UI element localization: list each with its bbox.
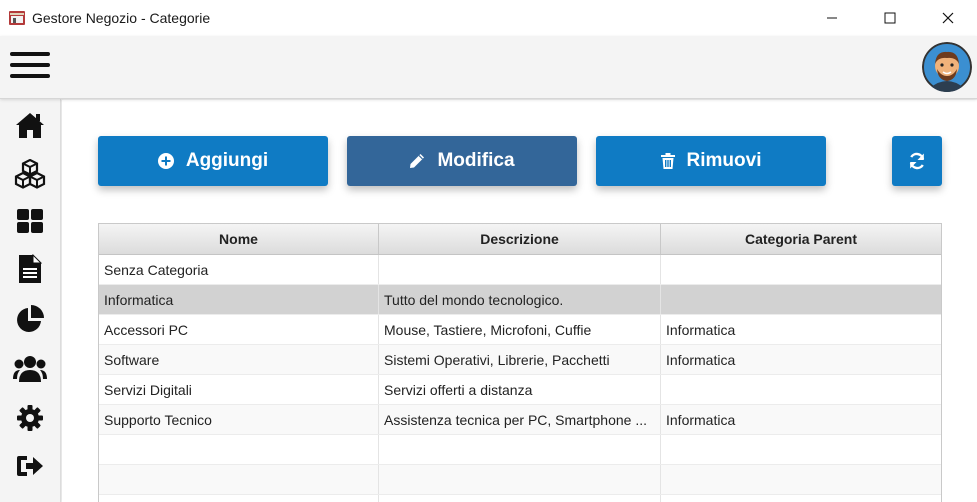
pencil-icon [410,154,425,168]
sidebar-item-logout[interactable] [13,449,47,483]
column-header-descrizione[interactable]: Descrizione [379,224,661,254]
store-icon [9,11,25,25]
table-cell [661,285,941,314]
cubes-icon [14,159,46,189]
hamburger-menu-icon[interactable] [10,52,50,82]
table-cell [379,465,661,494]
column-header-categoria-parent[interactable]: Categoria Parent [661,224,941,254]
user-avatar[interactable] [922,42,972,92]
edit-button[interactable]: Modifica [347,136,577,186]
table-cell [379,495,661,502]
trash-icon [660,153,675,169]
table-cell: Informatica [99,285,379,314]
app-header [0,36,977,99]
table-row[interactable] [99,495,941,502]
document-icon [19,254,42,283]
table-cell: Tutto del mondo tecnologico. [379,285,661,314]
table-cell [661,495,941,502]
table-cell: Servizi offerti a distanza [379,375,661,404]
users-icon [13,356,47,382]
table-cell: Informatica [666,411,736,428]
refresh-icon [909,152,925,170]
maximize-icon [884,12,896,24]
sidebar [0,99,61,502]
window-title: Gestore Negozio - Categorie [32,10,211,26]
gear-icon [17,405,43,431]
refresh-button[interactable] [892,136,942,186]
table-cell [379,435,661,464]
column-header-nome[interactable]: Nome [99,224,379,254]
pie-chart-icon [17,305,44,332]
sidebar-item-settings[interactable] [13,401,47,435]
table-row[interactable]: Senza Categoria [99,255,941,285]
table-cell: Senza Categoria [99,255,379,284]
table-cell: Assistenza tecnica per PC, Smartphone ..… [379,405,661,434]
add-button[interactable]: Aggiungi [98,136,328,186]
table-cell: Mouse, Tastiere, Microfoni, Cuffie [379,315,661,344]
table-cell [99,435,379,464]
table-row[interactable]: Informatica Tutto del mondo tecnologico. [99,285,941,315]
table-cell [99,495,379,502]
table-cell: Software [99,345,379,374]
close-icon [942,12,954,24]
table-row[interactable]: Accessori PC Mouse, Tastiere, Microfoni, … [99,315,941,345]
sidebar-item-reports[interactable] [13,302,47,336]
table-header: Nome Descrizione Categoria Parent [99,224,941,255]
table-cell: Informatica [666,321,736,338]
minimize-icon [827,17,837,19]
close-button[interactable] [919,0,977,36]
main-content: Aggiungi Modifica Rimuovi Nome Descrizio… [62,100,977,502]
sidebar-item-products[interactable] [13,157,47,191]
table-row[interactable]: Software Sistemi Operativi, Librerie, Pac… [99,345,941,375]
logout-icon [17,456,43,476]
sidebar-item-documents[interactable] [13,252,47,286]
title-bar: Gestore Negozio - Categorie [0,0,977,36]
table-row[interactable]: Supporto Tecnico Assistenza tecnica per P… [99,405,941,435]
table-cell: Servizi Digitali [99,375,379,404]
categories-table[interactable]: Nome Descrizione Categoria Parent Senza … [98,223,942,502]
sidebar-item-home[interactable] [13,108,47,142]
table-cell [661,375,941,404]
table-row[interactable] [99,465,941,495]
table-row[interactable] [99,435,941,465]
minimize-button[interactable] [803,0,861,36]
table-cell [661,255,941,284]
table-cell [379,255,661,284]
home-icon [16,113,44,138]
add-button-label: Aggiungi [185,150,269,171]
edit-button-label: Modifica [437,150,515,171]
sidebar-item-users[interactable] [13,352,47,386]
maximize-button[interactable] [861,0,919,36]
table-cell [661,465,941,494]
avatar-icon [922,42,972,92]
sidebar-item-dashboard[interactable] [13,204,47,238]
table-cell [99,465,379,494]
table-body: Senza Categoria Informatica Tutto del mond… [99,255,941,502]
table-cell: Informatica [666,351,736,368]
plus-circle-icon [157,153,174,169]
remove-button-label: Rimuovi [686,150,762,171]
table-row[interactable]: Servizi Digitali Servizi offerti a distan… [99,375,941,405]
table-cell [661,435,941,464]
dashboard-grid-icon [17,209,43,233]
table-cell: Sistemi Operativi, Librerie, Pacchetti [379,345,661,374]
table-cell: Accessori PC [99,315,379,344]
table-cell: Supporto Tecnico [99,405,379,434]
remove-button[interactable]: Rimuovi [596,136,826,186]
